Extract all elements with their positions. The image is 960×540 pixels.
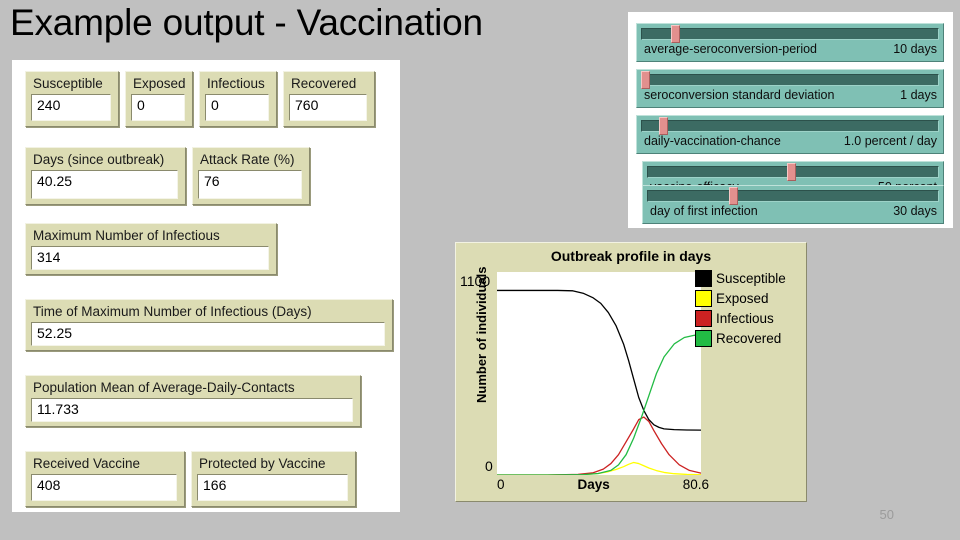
- monitor-label: Susceptible: [33, 76, 103, 91]
- legend-swatch-icon: [695, 289, 712, 307]
- y-axis-min-tick: 0: [485, 458, 493, 474]
- plot-title: Outbreak profile in days: [550, 248, 712, 264]
- legend-label: Infectious: [716, 310, 774, 326]
- plot-svg: [497, 272, 701, 475]
- monitor-recovered: Recovered 760: [283, 71, 375, 127]
- monitor-label: Exposed: [133, 76, 186, 91]
- series-line-recovered: [497, 335, 701, 475]
- monitor-label: Recovered: [291, 76, 357, 91]
- monitor-value: 0: [205, 94, 269, 121]
- monitor-row: Maximum Number of Infectious 314: [25, 223, 277, 275]
- monitor-row: Susceptible 240 Exposed 0 Infectious 0 R…: [25, 71, 375, 127]
- slider-name: daily-vaccination-chance: [644, 134, 781, 148]
- slider-seroconversion-standard-deviation[interactable]: seroconversion standard deviation 1 days: [636, 69, 944, 108]
- monitor-value: 166: [197, 474, 348, 501]
- monitor-days-since-outbreak: Days (since outbreak) 40.25: [25, 147, 186, 205]
- slider-track[interactable]: [647, 190, 939, 202]
- slider-track-area[interactable]: [641, 71, 939, 89]
- legend-label: Exposed: [716, 290, 769, 306]
- slider-thumb[interactable]: [787, 163, 797, 181]
- plot-legend: Susceptible Exposed Infectious Recovered: [695, 268, 803, 348]
- monitor-attack-rate: Attack Rate (%) 76: [192, 147, 310, 205]
- legend-swatch-icon: [695, 329, 712, 347]
- page-number: 50: [879, 507, 894, 522]
- slider-thumb[interactable]: [728, 187, 738, 205]
- x-axis-label: Days: [577, 477, 610, 492]
- monitor-label: Days (since outbreak): [33, 152, 165, 167]
- slider-track[interactable]: [641, 28, 939, 40]
- monitor-value: 314: [31, 246, 269, 270]
- monitor-exposed: Exposed 0: [125, 71, 193, 127]
- monitor-population-mean-average-daily-contacts: Population Mean of Average-Daily-Contact…: [25, 375, 361, 427]
- slider-day-of-first-infection[interactable]: day of first infection 30 days: [642, 185, 944, 224]
- legend-swatch-icon: [695, 269, 712, 287]
- slider-track[interactable]: [641, 120, 939, 132]
- legend-label: Recovered: [716, 330, 782, 346]
- outbreak-plot-panel: Outbreak profile in days 1100 0 Number o…: [455, 242, 807, 502]
- slider-track-area[interactable]: [647, 187, 939, 205]
- monitor-value: 40.25: [31, 170, 178, 199]
- monitor-protected-by-vaccine: Protected by Vaccine 166: [191, 451, 356, 507]
- legend-item-susceptible: Susceptible: [695, 268, 803, 288]
- slider-track[interactable]: [641, 74, 939, 86]
- slider-footer: daily-vaccination-chance 1.0 percent / d…: [641, 133, 939, 148]
- slider-average-seroconversion-period[interactable]: average-seroconversion-period 10 days: [636, 23, 944, 62]
- slider-daily-vaccination-chance[interactable]: daily-vaccination-chance 1.0 percent / d…: [636, 115, 944, 154]
- monitor-row: Received Vaccine 408 Protected by Vaccin…: [25, 451, 356, 507]
- series-line-infectious: [497, 417, 701, 475]
- x-axis: 0 Days 80.6: [497, 477, 709, 492]
- monitor-value: 76: [198, 170, 302, 199]
- page-title: Example output - Vaccination: [10, 2, 483, 43]
- monitor-label: Time of Maximum Number of Infectious (Da…: [33, 304, 312, 319]
- monitors-panel: Susceptible 240 Exposed 0 Infectious 0 R…: [12, 60, 400, 512]
- monitor-label: Infectious: [207, 76, 265, 91]
- slider-footer: day of first infection 30 days: [647, 203, 939, 218]
- monitor-label: Population Mean of Average-Daily-Contact…: [33, 380, 295, 395]
- monitor-label: Maximum Number of Infectious: [33, 228, 220, 243]
- monitor-row: Time of Maximum Number of Infectious (Da…: [25, 299, 393, 351]
- monitor-infectious: Infectious 0: [199, 71, 277, 127]
- series-line-susceptible: [497, 290, 701, 430]
- monitor-label: Attack Rate (%): [200, 152, 295, 167]
- legend-item-infectious: Infectious: [695, 308, 803, 328]
- legend-label: Susceptible: [716, 270, 786, 286]
- monitor-value: 240: [31, 94, 111, 121]
- slider-track-area[interactable]: [641, 117, 939, 135]
- monitor-row: Population Mean of Average-Daily-Contact…: [25, 375, 361, 427]
- slider-footer: average-seroconversion-period 10 days: [641, 41, 939, 56]
- monitor-value: 11.733: [31, 398, 353, 422]
- legend-swatch-icon: [695, 309, 712, 327]
- x-axis-max-tick: 80.6: [682, 477, 709, 492]
- monitor-row: Days (since outbreak) 40.25 Attack Rate …: [25, 147, 310, 205]
- monitor-value: 52.25: [31, 322, 385, 346]
- monitor-value: 760: [289, 94, 367, 121]
- monitor-value: 408: [31, 474, 177, 501]
- legend-item-recovered: Recovered: [695, 328, 803, 348]
- slider-thumb[interactable]: [658, 117, 668, 135]
- monitor-received-vaccine: Received Vaccine 408: [25, 451, 185, 507]
- monitor-label: Protected by Vaccine: [199, 456, 326, 471]
- y-axis-label: Number of individuals: [474, 266, 489, 403]
- slider-thumb[interactable]: [641, 71, 650, 89]
- monitor-label: Received Vaccine: [33, 456, 141, 471]
- monitor-time-of-maximum-number-of-infectious: Time of Maximum Number of Infectious (Da…: [25, 299, 393, 351]
- slider-name: average-seroconversion-period: [644, 42, 818, 56]
- monitor-value: 0: [131, 94, 185, 121]
- monitor-maximum-number-of-infectious: Maximum Number of Infectious 314: [25, 223, 277, 275]
- slider-footer: seroconversion standard deviation 1 days: [641, 87, 939, 102]
- monitor-susceptible: Susceptible 240: [25, 71, 119, 127]
- slider-value: 10 days: [893, 42, 937, 56]
- legend-item-exposed: Exposed: [695, 288, 803, 308]
- slider-value: 1.0 percent / day: [843, 134, 937, 148]
- sliders-panel: average-seroconversion-period 10 days se…: [628, 12, 953, 228]
- slider-value: 1 days: [900, 88, 937, 102]
- slider-name: seroconversion standard deviation: [644, 88, 835, 102]
- slider-track-area[interactable]: [641, 25, 939, 43]
- slider-value: 30 days: [893, 204, 937, 218]
- slider-thumb[interactable]: [670, 25, 680, 43]
- slider-track-area[interactable]: [647, 163, 939, 181]
- x-axis-min-tick: 0: [497, 477, 505, 492]
- plot-area: [497, 272, 701, 475]
- slider-name: day of first infection: [650, 204, 758, 218]
